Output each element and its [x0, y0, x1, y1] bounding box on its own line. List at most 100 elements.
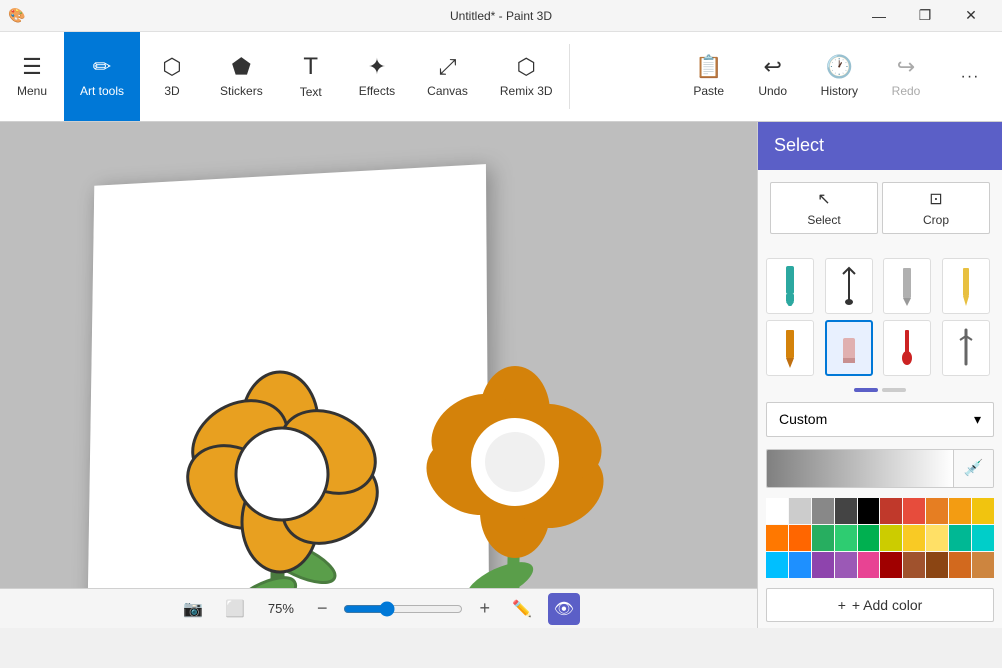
color-swatch[interactable] — [972, 552, 994, 578]
tool-pencil-orange[interactable] — [766, 320, 814, 376]
color-swatch[interactable] — [789, 498, 811, 524]
select-crop-section: ↖ Select ⊡ Crop — [758, 170, 1002, 254]
color-swatch[interactable] — [835, 525, 857, 551]
color-swatch[interactable] — [880, 498, 902, 524]
scroll-dot-2 — [882, 388, 906, 392]
toolbar-menu[interactable]: ☰ Menu — [0, 32, 64, 121]
color-swatch[interactable] — [949, 552, 971, 578]
color-swatch[interactable] — [812, 525, 834, 551]
color-picker-bar[interactable]: 💉 — [766, 449, 994, 488]
canvas-area[interactable]: 📷 ⬜ 75% − + ✏️ 👁 — [0, 122, 757, 628]
tool-pencil-gray[interactable] — [883, 258, 931, 314]
color-swatch[interactable] — [858, 525, 880, 551]
color-swatch[interactable] — [766, 525, 788, 551]
art-tools-icon: ✏ — [93, 56, 111, 78]
stickers-icon: ⬟ — [232, 56, 251, 78]
close-button[interactable]: ✕ — [948, 0, 994, 32]
color-swatch[interactable] — [926, 498, 948, 524]
color-swatch[interactable] — [789, 552, 811, 578]
color-swatch[interactable] — [949, 498, 971, 524]
zoom-in-button[interactable]: + — [473, 596, 496, 621]
toolbar-canvas[interactable]: ⤢ Canvas — [411, 32, 484, 121]
toolbar-remix3d[interactable]: ⬡ Remix 3D — [484, 32, 569, 121]
toolbar-redo[interactable]: ↪ Redo — [874, 32, 938, 121]
select-button[interactable]: ↖ Select — [770, 182, 878, 234]
color-swatch[interactable] — [926, 552, 948, 578]
color-swatch[interactable] — [903, 525, 925, 551]
tool-airbrush[interactable] — [942, 320, 990, 376]
color-swatch[interactable] — [812, 498, 834, 524]
toolbar-more[interactable]: ··· — [938, 32, 1002, 121]
toolbar: ☰ Menu ✏ Art tools ⬡ 3D ⬟ Stickers T Tex… — [0, 32, 1002, 122]
text-icon: T — [303, 55, 318, 79]
paste-icon: 📋 — [695, 56, 722, 78]
toolbar-history[interactable]: 🕐 History — [805, 32, 874, 121]
color-swatch[interactable] — [903, 498, 925, 524]
toolbar-3d[interactable]: ⬡ 3D — [140, 32, 204, 121]
toolbar-text-label: Text — [300, 85, 322, 99]
color-swatch[interactable] — [858, 498, 880, 524]
toolbar-undo[interactable]: ↩ Undo — [741, 32, 805, 121]
canvas-illustration — [60, 222, 680, 628]
color-swatch[interactable] — [835, 498, 857, 524]
zoom-out-button[interactable]: − — [311, 596, 334, 621]
main-area: 📷 ⬜ 75% − + ✏️ 👁 Select ↖ Select ⊡ Crop — [0, 122, 1002, 628]
color-swatch[interactable] — [903, 552, 925, 578]
toolbar-stickers-label: Stickers — [220, 84, 263, 98]
history-icon: 🕐 — [826, 56, 853, 78]
tool-calligraphy[interactable] — [825, 258, 873, 314]
color-swatch[interactable] — [835, 552, 857, 578]
add-color-button[interactable]: + + Add color — [766, 588, 994, 622]
art-tools-grid — [758, 254, 1002, 384]
maximize-button[interactable]: ❐ — [902, 0, 948, 32]
color-swatch[interactable] — [949, 525, 971, 551]
bottom-bar: 📷 ⬜ 75% − + ✏️ 👁 — [0, 588, 757, 628]
edit-button[interactable]: ✏️ — [506, 597, 538, 621]
color-swatch[interactable] — [972, 498, 994, 524]
scroll-dot-1 — [854, 388, 878, 392]
tool-charcoal[interactable] — [942, 258, 990, 314]
undo-icon: ↩ — [763, 56, 781, 78]
camera-button[interactable]: 📷 — [177, 597, 209, 621]
panel-title: Select — [758, 122, 1002, 170]
tool-eraser[interactable] — [825, 320, 873, 376]
frame-button[interactable]: ⬜ — [219, 597, 251, 621]
toolbar-effects-label: Effects — [359, 84, 395, 98]
color-gradient — [767, 450, 953, 487]
color-swatch[interactable] — [972, 525, 994, 551]
crop-label: Crop — [923, 213, 949, 227]
remix3d-icon: ⬡ — [517, 56, 536, 78]
color-swatch[interactable] — [926, 525, 948, 551]
zoom-slider[interactable] — [343, 601, 463, 617]
3d-icon: ⬡ — [162, 56, 181, 78]
crop-button[interactable]: ⊡ Crop — [882, 182, 990, 234]
toolbar-redo-label: Redo — [892, 84, 921, 98]
color-swatch[interactable] — [858, 552, 880, 578]
toolbar-paste[interactable]: 📋 Paste — [677, 32, 741, 121]
window-controls: — ❐ ✕ — [856, 0, 994, 32]
color-swatch[interactable] — [880, 525, 902, 551]
color-swatch[interactable] — [812, 552, 834, 578]
color-swatch[interactable] — [789, 525, 811, 551]
color-swatch[interactable] — [766, 552, 788, 578]
toolbar-menu-label: Menu — [17, 84, 47, 98]
color-swatch[interactable] — [766, 498, 788, 524]
toolbar-art-tools[interactable]: ✏ Art tools — [64, 32, 140, 121]
eyedropper-button[interactable]: 💉 — [953, 450, 993, 487]
zoom-level: 75% — [261, 601, 301, 616]
toolbar-effects[interactable]: ✦ Effects — [343, 32, 411, 121]
effects-icon: ✦ — [368, 56, 386, 78]
panel-title-text: Select — [774, 135, 824, 156]
title-bar: 🎨 Untitled* - Paint 3D — ❐ ✕ — [0, 0, 1002, 32]
view-button[interactable]: 👁 — [548, 593, 580, 625]
tool-marker[interactable] — [766, 258, 814, 314]
app-icon: 🎨 — [8, 7, 25, 24]
tool-brush-red[interactable] — [883, 320, 931, 376]
crop-icon: ⊡ — [929, 189, 942, 209]
custom-dropdown[interactable]: Custom ▾ — [766, 402, 994, 437]
toolbar-stickers[interactable]: ⬟ Stickers — [204, 32, 279, 121]
color-swatch[interactable] — [880, 552, 902, 578]
toolbar-text[interactable]: T Text — [279, 32, 343, 121]
minimize-button[interactable]: — — [856, 0, 902, 32]
toolbar-3d-label: 3D — [164, 84, 179, 98]
